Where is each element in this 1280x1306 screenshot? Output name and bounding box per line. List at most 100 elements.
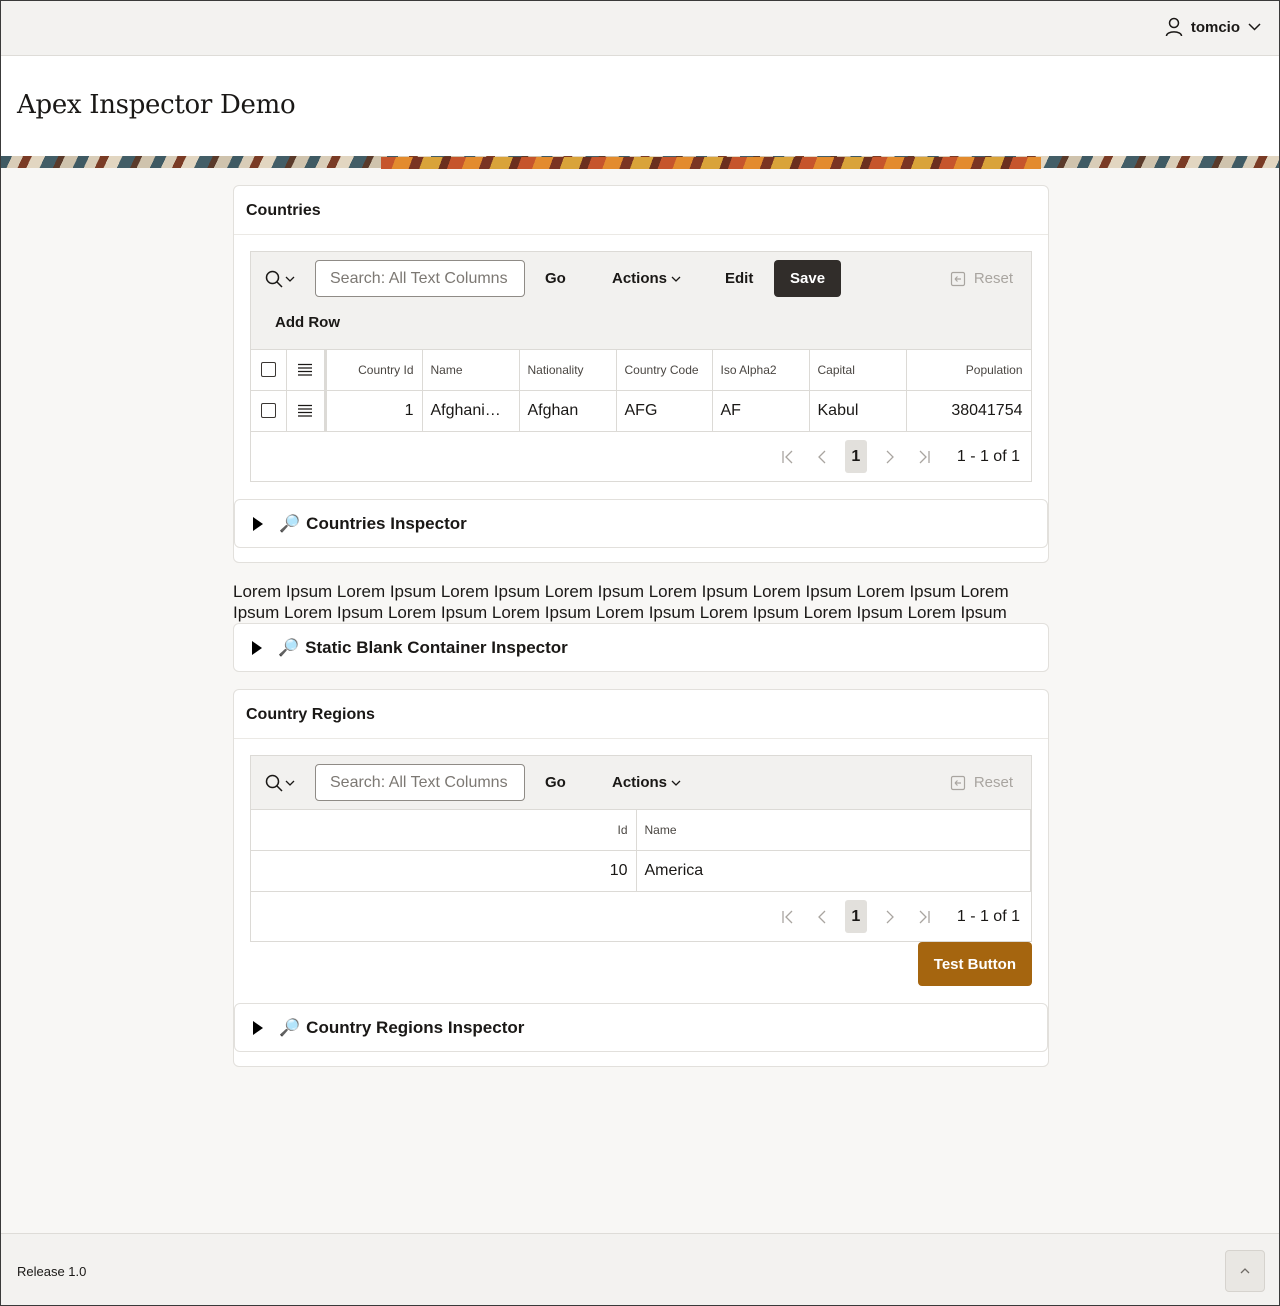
search-column-selector[interactable] [265, 270, 295, 288]
release-label: Release 1.0 [17, 1264, 87, 1279]
cell-capital[interactable]: Kabul [809, 390, 907, 431]
countries-region: Countries Go Act [233, 185, 1049, 563]
column-header-name[interactable]: Name [636, 810, 1031, 851]
cell-id[interactable]: 10 [251, 850, 637, 891]
column-header-name[interactable]: Name [422, 350, 520, 391]
cell-name[interactable]: Afghani… [422, 390, 520, 431]
chevron-down-icon [1248, 23, 1261, 31]
go-button[interactable]: Go [533, 260, 578, 297]
column-header-nationality[interactable]: Nationality [519, 350, 617, 391]
add-row-button[interactable]: Add Row [263, 304, 352, 341]
reset-label: Reset [973, 774, 1013, 791]
cell-population[interactable]: 38041754 [906, 390, 1032, 431]
pagination: 1 1 - 1 of 1 [771, 440, 1020, 473]
inspector-label: Countries Inspector [306, 513, 467, 533]
main-content: Countries Go Act [233, 185, 1049, 1067]
search-icon [265, 270, 283, 288]
cell-country-id[interactable]: 1 [325, 390, 423, 431]
first-page-button[interactable] [771, 900, 805, 933]
chevron-up-icon [1240, 1268, 1250, 1274]
expand-triangle-icon [252, 640, 262, 655]
column-header-id[interactable]: Id [251, 810, 637, 851]
expand-triangle-icon [253, 516, 263, 531]
search-column-selector[interactable] [265, 774, 295, 792]
next-page-button[interactable] [873, 900, 907, 933]
column-header-iso-alpha2[interactable]: Iso Alpha2 [712, 350, 810, 391]
last-page-button[interactable] [907, 900, 941, 933]
reset-button[interactable]: Reset [938, 260, 1025, 297]
save-button[interactable]: Save [774, 260, 842, 297]
go-button[interactable]: Go [533, 764, 578, 801]
page-title: Apex Inspector Demo [17, 90, 296, 120]
first-page-button[interactable] [771, 440, 805, 473]
actions-menu-button[interactable]: Actions [600, 260, 693, 297]
username-label: tomcio [1190, 18, 1240, 36]
magnifier-icon: 🔎 [278, 637, 300, 657]
select-all-cell [251, 350, 287, 391]
next-page-button[interactable] [873, 440, 907, 473]
row-menu-icon[interactable] [297, 404, 313, 418]
grid-toolbar: Go Actions Reset [251, 756, 1031, 810]
chevron-down-icon [671, 276, 681, 282]
last-page-button[interactable] [907, 440, 941, 473]
user-menu[interactable]: tomcio [1165, 17, 1261, 37]
page-range-label: 1 - 1 of 1 [956, 907, 1020, 925]
chevron-down-icon [671, 780, 681, 786]
add-row-label: Add Row [275, 314, 340, 331]
static-content-text: Lorem Ipsum Lorem Ipsum Lorem Ipsum Lore… [233, 582, 1009, 622]
first-page-icon [782, 910, 793, 923]
table-row: 1 Afghani… Afghan AFG AF Kabul 38041754 [251, 390, 1032, 431]
static-container-inspector-toggle[interactable]: 🔎 Static Blank Container Inspector [233, 623, 1049, 672]
column-header-population[interactable]: Population [906, 350, 1032, 391]
row-actions-header [286, 350, 327, 391]
edit-button[interactable]: Edit [713, 260, 765, 297]
row-actions-cell [286, 390, 327, 431]
inspector-label: Static Blank Container Inspector [305, 637, 568, 657]
page-hero: Apex Inspector Demo [1, 56, 1279, 156]
current-page[interactable]: 1 [844, 900, 867, 933]
expand-triangle-icon [253, 1020, 263, 1035]
last-page-icon [919, 910, 930, 923]
country-regions-inspector-toggle[interactable]: 🔎 Country Regions Inspector [234, 1003, 1048, 1052]
cell-iso-alpha2[interactable]: AF [712, 390, 810, 431]
countries-inspector-toggle[interactable]: 🔎 Countries Inspector [234, 499, 1048, 548]
table-header-row: Id Name [251, 810, 1031, 851]
select-all-checkbox[interactable] [260, 362, 276, 378]
chevron-right-icon [886, 910, 894, 923]
cell-name[interactable]: America [636, 850, 1031, 891]
table-row: 10 America [251, 850, 1031, 891]
search-icon [265, 774, 283, 792]
inspector-label: Country Regions Inspector [306, 1017, 525, 1037]
countries-table: Country Id Name Nationality Country Code… [251, 350, 1032, 431]
page-footer: Release 1.0 [1, 1233, 1279, 1305]
top-navigation-bar: tomcio [1, 1, 1279, 56]
actions-menu-button[interactable]: Actions [600, 764, 693, 801]
column-header-country-id[interactable]: Country Id [325, 350, 423, 391]
column-header-capital[interactable]: Capital [809, 350, 907, 391]
previous-page-button[interactable] [805, 440, 839, 473]
menu-lines-icon[interactable] [297, 363, 313, 377]
pagination: 1 1 - 1 of 1 [771, 900, 1020, 933]
search-input[interactable] [315, 260, 525, 297]
scroll-to-top-button[interactable] [1225, 1250, 1265, 1292]
table-header-row: Country Id Name Nationality Country Code… [251, 350, 1032, 391]
test-button[interactable]: Test Button [917, 942, 1032, 986]
cell-country-code[interactable]: AFG [616, 390, 713, 431]
reset-button[interactable]: Reset [938, 764, 1025, 801]
countries-interactive-grid: Go Actions Edit Save Reset Add Ro [250, 251, 1032, 482]
user-icon [1165, 17, 1183, 37]
search-input[interactable] [315, 764, 525, 801]
grid-footer: 1 1 - 1 of 1 [251, 891, 1031, 941]
previous-page-button[interactable] [805, 900, 839, 933]
column-header-country-code[interactable]: Country Code [616, 350, 713, 391]
cell-nationality[interactable]: Afghan [519, 390, 617, 431]
chevron-left-icon [817, 450, 826, 463]
go-label: Go [545, 774, 566, 791]
actions-label: Actions [612, 774, 668, 791]
chevron-left-icon [817, 910, 826, 923]
row-checkbox[interactable] [260, 403, 276, 419]
current-page[interactable]: 1 [844, 440, 867, 473]
country-regions-region: Country Regions Go [233, 689, 1049, 1067]
page-range-label: 1 - 1 of 1 [956, 447, 1020, 465]
reset-label: Reset [973, 270, 1013, 287]
